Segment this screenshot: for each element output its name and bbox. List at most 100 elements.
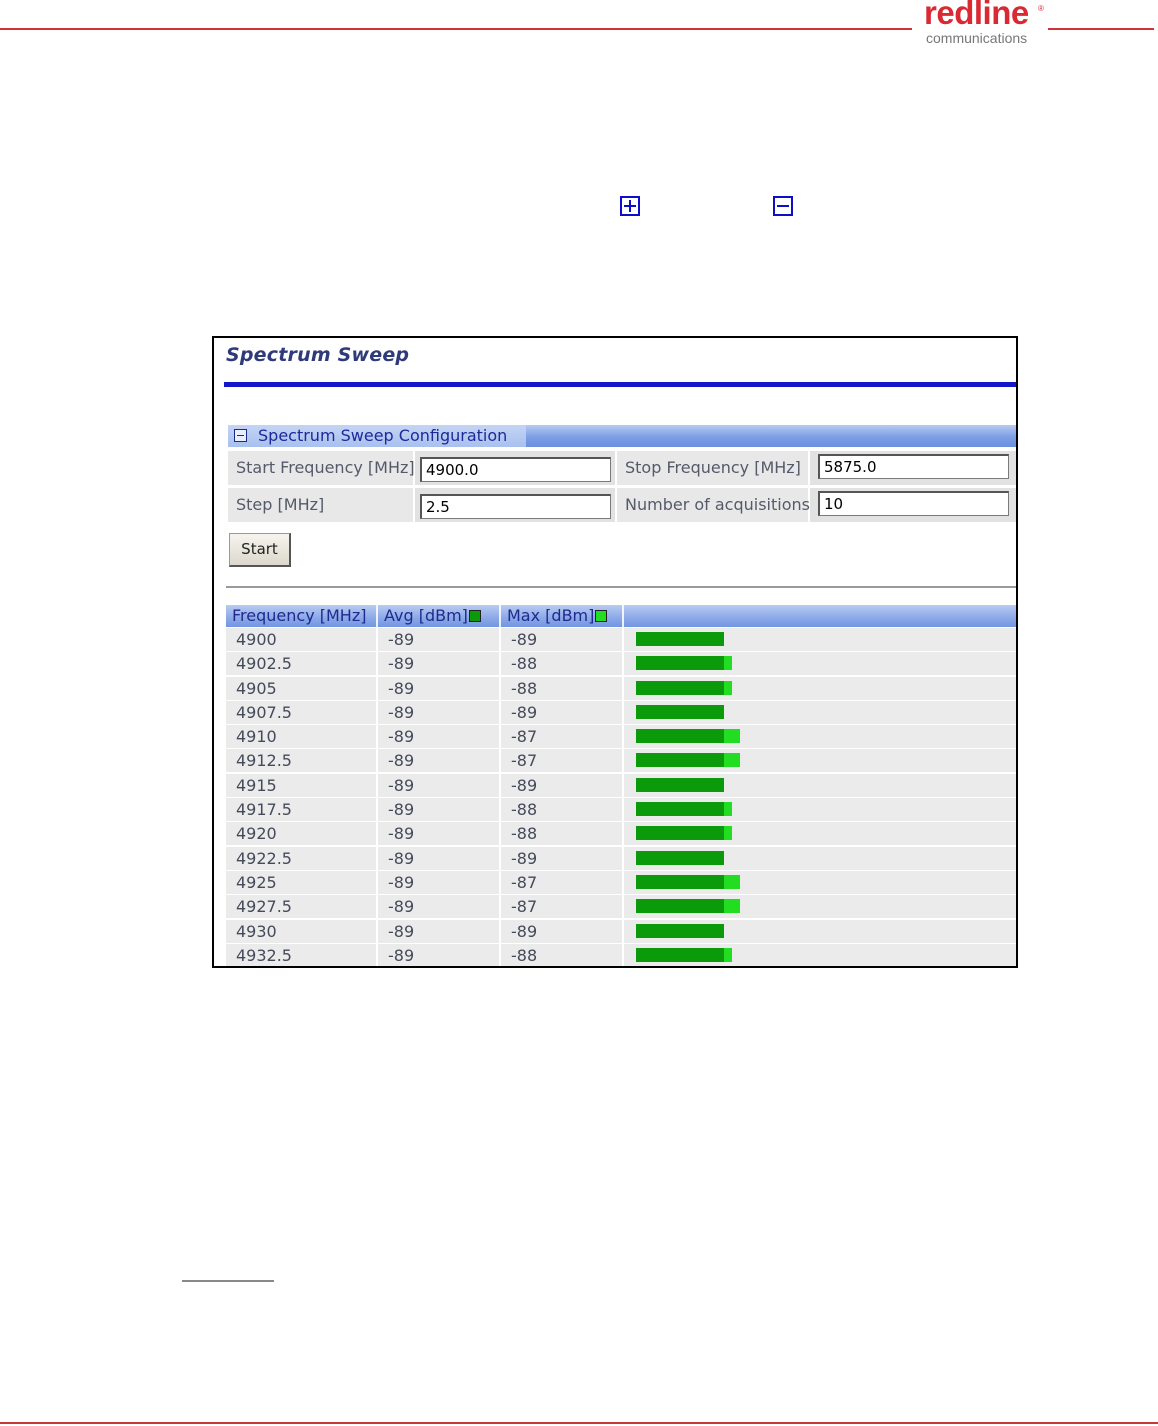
frequency-cell: 4902.5 bbox=[226, 652, 376, 676]
avg-cell: -89 bbox=[378, 895, 499, 919]
max-cell: -88 bbox=[501, 943, 622, 966]
table-row: 4922.5 -89 -89 bbox=[226, 846, 1016, 871]
avg-cell: -89 bbox=[378, 700, 499, 724]
column-header-max: Max [dBm] bbox=[501, 605, 622, 627]
table-row: 4907.5 -89 -89 bbox=[226, 700, 1016, 726]
avg-cell: -89 bbox=[378, 919, 499, 943]
collapse-minus-icon[interactable] bbox=[234, 429, 247, 442]
redline-logo: redline ® communications bbox=[920, 0, 1044, 50]
table-row: 4930 -89 -89 bbox=[226, 919, 1016, 944]
frequency-cell: 4915 bbox=[226, 773, 376, 797]
frequency-cell: 4927.5 bbox=[226, 895, 376, 919]
avg-level-bar bbox=[636, 656, 724, 671]
column-header-avg-label: Avg [dBm] bbox=[384, 606, 468, 625]
stop-frequency-input[interactable]: 5875.0 bbox=[818, 454, 1009, 479]
avg-level-bar bbox=[636, 704, 724, 719]
avg-level-bar bbox=[636, 729, 724, 744]
frequency-cell: 4920 bbox=[226, 822, 376, 846]
logo-registered-mark: ® bbox=[1038, 4, 1044, 13]
spectrum-sweep-screenshot: Spectrum Sweep Spectrum Sweep Configurat… bbox=[212, 336, 1018, 968]
max-cell: -88 bbox=[501, 676, 622, 700]
frequency-cell: 4912.5 bbox=[226, 749, 376, 773]
max-cell: -89 bbox=[501, 628, 622, 651]
level-bar-cell bbox=[624, 652, 1016, 676]
avg-cell: -89 bbox=[378, 846, 499, 870]
avg-cell: -89 bbox=[378, 798, 499, 822]
frequency-cell: 4907.5 bbox=[226, 700, 376, 724]
frequency-cell: 4930 bbox=[226, 919, 376, 943]
avg-cell: -89 bbox=[378, 749, 499, 773]
avg-legend-swatch bbox=[468, 610, 481, 622]
footnote-rule bbox=[182, 1280, 274, 1282]
start-frequency-input[interactable]: 4900.0 bbox=[420, 457, 611, 482]
column-header-avg: Avg [dBm] bbox=[378, 605, 499, 627]
avg-level-bar bbox=[636, 680, 724, 695]
avg-cell: -89 bbox=[378, 822, 499, 846]
level-bar-cell bbox=[624, 870, 1016, 894]
start-frequency-label: Start Frequency [MHz] bbox=[228, 451, 415, 485]
max-cell: -89 bbox=[501, 773, 622, 797]
start-button[interactable]: Start bbox=[229, 533, 291, 567]
table-row: 4920 -89 -88 bbox=[226, 822, 1016, 847]
table-row: 4925 -89 -87 bbox=[226, 870, 1016, 896]
max-cell: -87 bbox=[501, 895, 622, 919]
column-separator bbox=[622, 605, 624, 627]
level-bar-cell bbox=[624, 846, 1016, 870]
results-table: 4900 -89 -89 4902.5 -89 -88 4905 -89 -88 4907.5 -8… bbox=[226, 628, 1016, 966]
table-row: 4910 -89 -87 bbox=[226, 725, 1016, 750]
avg-level-bar bbox=[636, 850, 724, 865]
avg-level-bar bbox=[636, 753, 724, 768]
column-header-frequency-label: Frequency [MHz] bbox=[232, 606, 367, 625]
level-bar-cell bbox=[624, 798, 1016, 822]
frequency-cell: 4932.5 bbox=[226, 943, 376, 966]
results-divider bbox=[226, 586, 1016, 588]
avg-level-bar bbox=[636, 802, 724, 817]
acquisitions-input[interactable]: 10 bbox=[818, 491, 1009, 516]
avg-level-bar bbox=[636, 632, 724, 646]
table-row: 4927.5 -89 -87 bbox=[226, 895, 1016, 920]
max-cell: -87 bbox=[501, 725, 622, 749]
expand-plus-icon bbox=[620, 196, 640, 216]
avg-cell: -89 bbox=[378, 773, 499, 797]
table-row: 4917.5 -89 -88 bbox=[226, 798, 1016, 823]
frequency-cell: 4905 bbox=[226, 676, 376, 700]
frequency-cell: 4900 bbox=[226, 628, 376, 651]
table-row: 4900 -89 -89 bbox=[226, 628, 1016, 653]
avg-cell: -89 bbox=[378, 725, 499, 749]
level-bar-cell bbox=[624, 725, 1016, 749]
logo-subtitle: communications bbox=[926, 30, 1028, 46]
table-row: 4932.5 -89 -88 bbox=[226, 943, 1016, 966]
max-cell: -88 bbox=[501, 652, 622, 676]
avg-cell: -89 bbox=[378, 676, 499, 700]
level-bar-cell bbox=[624, 943, 1016, 966]
max-cell: -89 bbox=[501, 919, 622, 943]
avg-cell: -89 bbox=[378, 652, 499, 676]
table-row: 4912.5 -89 -87 bbox=[226, 749, 1016, 774]
acquisitions-label: Number of acquisitions bbox=[617, 488, 810, 522]
level-bar-cell bbox=[624, 749, 1016, 773]
section-title[interactable]: Spectrum Sweep Configuration bbox=[258, 426, 507, 445]
max-cell: -89 bbox=[501, 700, 622, 724]
level-bar-cell bbox=[624, 700, 1016, 724]
max-cell: -87 bbox=[501, 870, 622, 894]
max-cell: -88 bbox=[501, 798, 622, 822]
footer-rule bbox=[0, 1422, 1158, 1424]
step-label: Step [MHz] bbox=[228, 488, 413, 522]
avg-level-bar bbox=[636, 899, 724, 914]
column-header-frequency: Frequency [MHz] bbox=[226, 605, 376, 627]
avg-cell: -89 bbox=[378, 628, 499, 651]
avg-cell: -89 bbox=[378, 870, 499, 894]
level-bar-cell bbox=[624, 822, 1016, 846]
table-row: 4915 -89 -89 bbox=[226, 773, 1016, 799]
step-input[interactable]: 2.5 bbox=[420, 494, 611, 519]
table-row: 4902.5 -89 -88 bbox=[226, 652, 1016, 677]
avg-cell: -89 bbox=[378, 943, 499, 966]
avg-level-bar bbox=[636, 826, 724, 841]
collapse-minus-icon bbox=[773, 196, 793, 216]
title-divider bbox=[224, 382, 1016, 387]
frequency-cell: 4917.5 bbox=[226, 798, 376, 822]
avg-level-bar bbox=[636, 777, 724, 792]
column-header-max-label: Max [dBm] bbox=[507, 606, 595, 625]
stop-frequency-label: Stop Frequency [MHz] bbox=[617, 451, 808, 485]
max-cell: -88 bbox=[501, 822, 622, 846]
